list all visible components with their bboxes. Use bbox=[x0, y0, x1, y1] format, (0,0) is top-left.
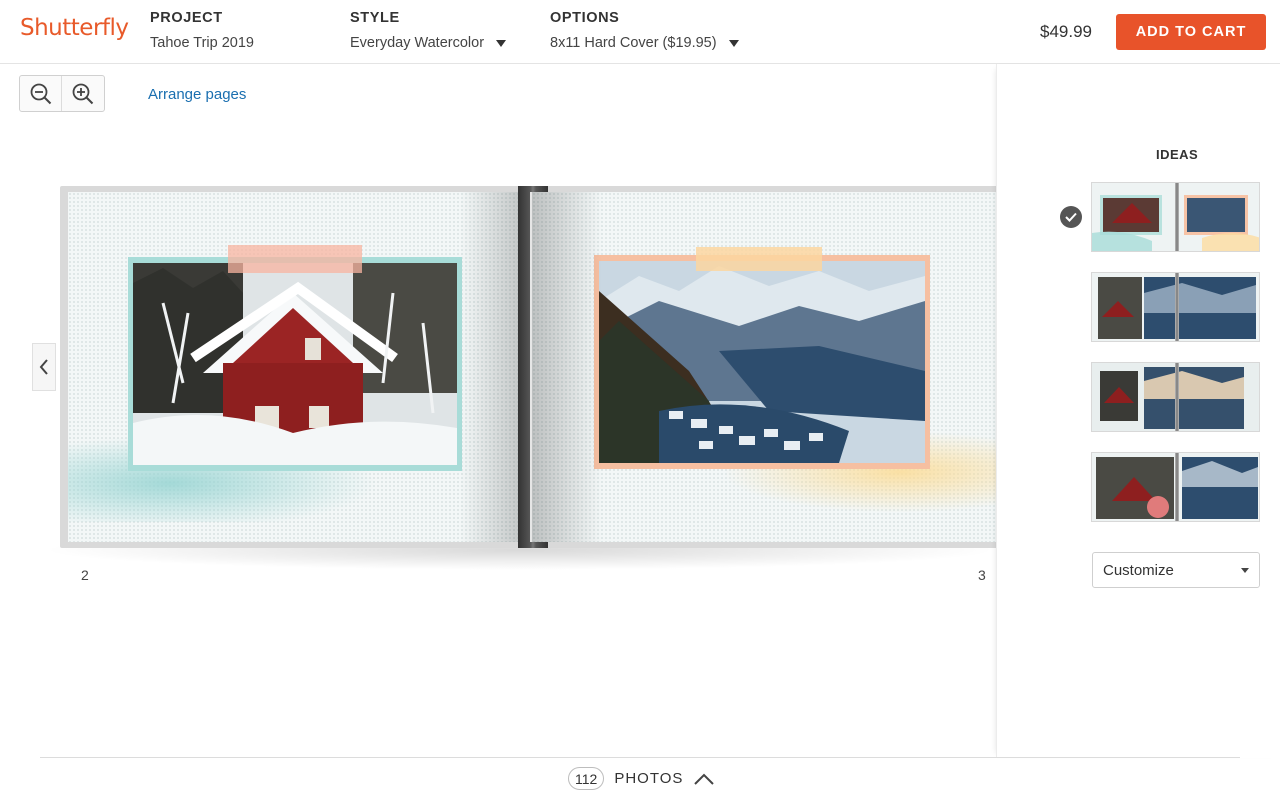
thumbnail-spine bbox=[1175, 453, 1179, 521]
style-dropdown[interactable]: STYLE Everyday Watercolor bbox=[350, 10, 507, 51]
thumbnail-spine bbox=[1175, 273, 1179, 341]
left-page-number: 2 bbox=[81, 567, 89, 583]
right-page-number: 3 bbox=[978, 567, 986, 583]
layout-idea-4[interactable] bbox=[1091, 452, 1260, 522]
zoom-in-icon bbox=[72, 83, 94, 104]
ideas-title: IDEAS bbox=[1156, 147, 1199, 162]
style-label: STYLE bbox=[350, 10, 400, 26]
top-bar: Shutterfly PROJECT Tahoe Trip 2019 STYLE… bbox=[0, 0, 1280, 64]
chevron-left-icon bbox=[39, 359, 48, 375]
thumbnail-spine bbox=[1175, 183, 1179, 251]
chevron-down-icon[interactable] bbox=[496, 39, 507, 47]
photo-count-badge: 112 bbox=[568, 767, 605, 790]
zoom-in-button[interactable] bbox=[62, 76, 104, 111]
photo-book-spread bbox=[60, 186, 1006, 548]
zoom-controls bbox=[19, 75, 105, 112]
previous-page-button[interactable] bbox=[32, 343, 56, 391]
zoom-out-button[interactable] bbox=[20, 76, 63, 111]
options-dropdown[interactable]: OPTIONS 8x11 Hard Cover ($19.95) bbox=[550, 10, 739, 51]
layout-idea-1[interactable] bbox=[1091, 182, 1260, 252]
left-photo-frame[interactable] bbox=[128, 257, 462, 471]
project-group[interactable]: PROJECT Tahoe Trip 2019 bbox=[150, 10, 254, 51]
photos-label: PHOTOS bbox=[614, 770, 684, 787]
chevron-down-icon bbox=[1241, 567, 1249, 573]
gutter-shade bbox=[532, 192, 602, 542]
thumbnail-spine bbox=[1175, 363, 1179, 431]
valley-photo-image bbox=[599, 261, 925, 463]
shutterfly-logo[interactable]: Shutterfly bbox=[20, 15, 129, 41]
washi-tape bbox=[696, 247, 822, 271]
project-label: PROJECT bbox=[150, 10, 223, 26]
customize-label: Customize bbox=[1103, 561, 1174, 579]
style-value[interactable]: Everyday Watercolor bbox=[350, 35, 484, 51]
layout-idea-3[interactable] bbox=[1091, 362, 1260, 432]
chevron-down-icon[interactable] bbox=[728, 39, 739, 47]
washi-tape bbox=[228, 245, 362, 273]
cabin-photo[interactable] bbox=[133, 263, 457, 465]
chevron-up-icon[interactable] bbox=[693, 772, 715, 786]
options-value[interactable]: 8x11 Hard Cover ($19.95) bbox=[550, 35, 717, 51]
cabin-photo-image bbox=[133, 263, 457, 465]
options-label: OPTIONS bbox=[550, 10, 620, 26]
right-page[interactable] bbox=[532, 192, 998, 542]
add-to-cart-button[interactable]: ADD TO CART bbox=[1116, 14, 1266, 50]
arrange-pages-link[interactable]: Arrange pages bbox=[148, 86, 246, 103]
photos-tray-divider bbox=[40, 757, 1240, 758]
left-page[interactable] bbox=[68, 192, 530, 542]
selected-check-icon bbox=[1060, 206, 1082, 228]
zoom-out-icon bbox=[30, 83, 51, 104]
layout-idea-2[interactable] bbox=[1091, 272, 1260, 342]
customize-dropdown[interactable]: Customize bbox=[1092, 552, 1260, 588]
total-price: $49.99 bbox=[1040, 22, 1092, 41]
valley-photo[interactable] bbox=[599, 261, 925, 463]
photos-tray-toggle[interactable]: 112 PHOTOS bbox=[568, 767, 715, 790]
project-name[interactable]: Tahoe Trip 2019 bbox=[150, 35, 254, 51]
right-photo-frame[interactable] bbox=[594, 255, 930, 469]
